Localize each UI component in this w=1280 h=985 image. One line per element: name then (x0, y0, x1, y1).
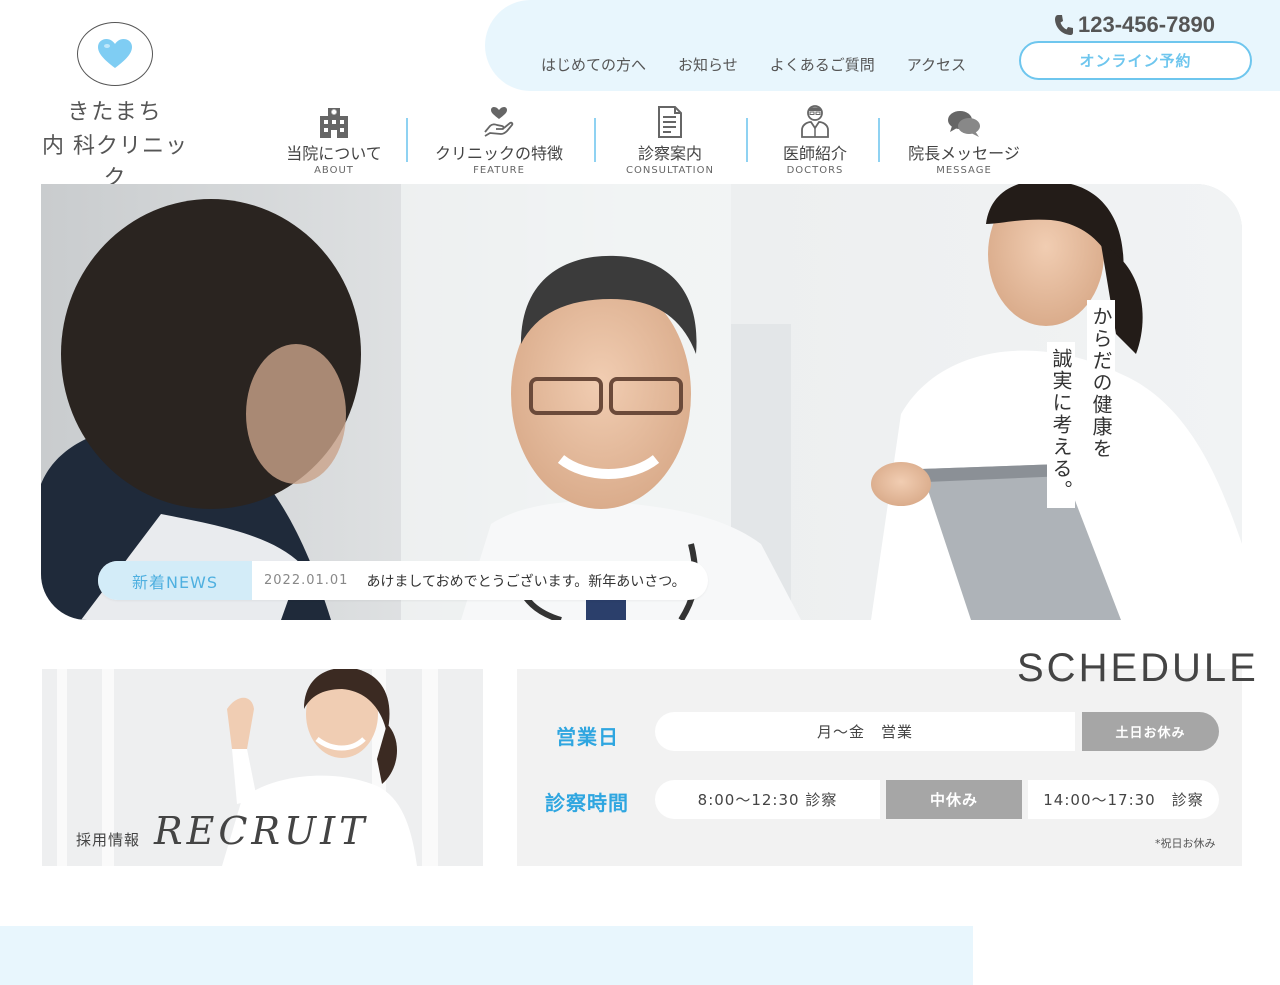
clinic-name-line1: きたまち (67, 100, 163, 125)
mainnav-doctors-en: DOCTORS (786, 165, 844, 176)
hero-tagline-line1: からだの健康を (1087, 300, 1115, 466)
mainnav-message-en: MESSAGE (936, 165, 992, 176)
subnav-access[interactable]: アクセス (907, 54, 966, 75)
phone-number[interactable]: 123-456-7890 (1054, 12, 1215, 38)
clinic-logo[interactable]: きたまち 内 科クリニック (40, 22, 190, 192)
holiday-note: *祝日お休み (1155, 837, 1216, 850)
morning-hours: 8:00～12:30 診察 (655, 780, 880, 819)
afternoon-hours: 14:00～17:30 診察 (1028, 780, 1219, 819)
nav-divider (878, 118, 880, 162)
schedule-panel (517, 669, 1242, 866)
hero-tagline-line2: 誠実に考える。 (1047, 342, 1075, 508)
bottom-band (0, 926, 973, 985)
business-days-value: 月～金 営業 (655, 712, 1075, 751)
closed-days-badge: 土日お休み (1082, 712, 1219, 751)
mainnav-consultation[interactable]: 診察案内 CONSULTATION (620, 104, 720, 176)
heart-logo-icon (77, 22, 153, 86)
nav-divider (746, 118, 748, 162)
phone-icon (1055, 15, 1073, 35)
break-badge: 中休み (886, 780, 1022, 819)
mainnav-consultation-en: CONSULTATION (625, 165, 714, 176)
mainnav-message[interactable]: 院長メッセージ MESSAGE (904, 104, 1024, 176)
recruit-label-jp: 採用情報 (76, 831, 141, 849)
doctor-icon (801, 105, 829, 138)
mainnav-about[interactable]: 当院について ABOUT (278, 104, 390, 176)
hospital-icon (320, 108, 348, 138)
news-headline[interactable]: あけましておめでとうございます。新年あいさつ。 (366, 571, 685, 591)
mainnav-message-label: 院長メッセージ (908, 144, 1020, 163)
news-ticker[interactable]: 新着NEWS 2022.01.01 あけましておめでとうございます。新年あいさつ… (98, 561, 708, 600)
main-navigation: 当院について ABOUT クリニックの特徴 FEATURE 診察案内 CONSU… (268, 104, 1038, 176)
schedule-title: SCHEDULE (1017, 646, 1259, 690)
mainnav-about-label: 当院について (286, 144, 382, 163)
mainnav-about-en: ABOUT (314, 165, 354, 176)
mainnav-feature-label: クリニックの特徴 (434, 144, 563, 163)
mainnav-feature[interactable]: クリニックの特徴 FEATURE (428, 104, 570, 176)
phone-number-text: 123-456-7890 (1078, 12, 1216, 37)
subnav-news[interactable]: お知らせ (678, 54, 738, 75)
clinic-name-line2: 内 科クリニック (42, 134, 188, 191)
chat-bubbles-icon (948, 111, 980, 137)
news-date: 2022.01.01 (264, 573, 349, 588)
mainnav-feature-en: FEATURE (473, 165, 525, 176)
online-reservation-button[interactable]: オンライン予約 (1019, 41, 1252, 80)
subnav-first-visit[interactable]: はじめての方へ (541, 54, 646, 75)
mainnav-doctors-label: 医師紹介 (782, 144, 847, 163)
consultation-hours-label: 診察時間 (545, 791, 629, 815)
sub-navigation: はじめての方へ お知らせ よくあるご質問 アクセス (541, 54, 966, 75)
mainnav-doctors[interactable]: 医師紹介 DOCTORS (774, 104, 856, 176)
mainnav-consultation-label: 診察案内 (637, 144, 702, 163)
subnav-faq[interactable]: よくあるご質問 (770, 54, 875, 75)
business-days-label: 営業日 (556, 725, 619, 749)
recruit-banner[interactable]: 採用情報 RECRUIT (42, 669, 483, 866)
nav-divider (594, 118, 596, 162)
news-label: 新着NEWS (98, 561, 252, 600)
document-icon (658, 106, 682, 138)
hand-heart-icon (484, 107, 514, 137)
recruit-label-en: RECRUIT (154, 809, 369, 853)
nav-divider (406, 118, 408, 162)
